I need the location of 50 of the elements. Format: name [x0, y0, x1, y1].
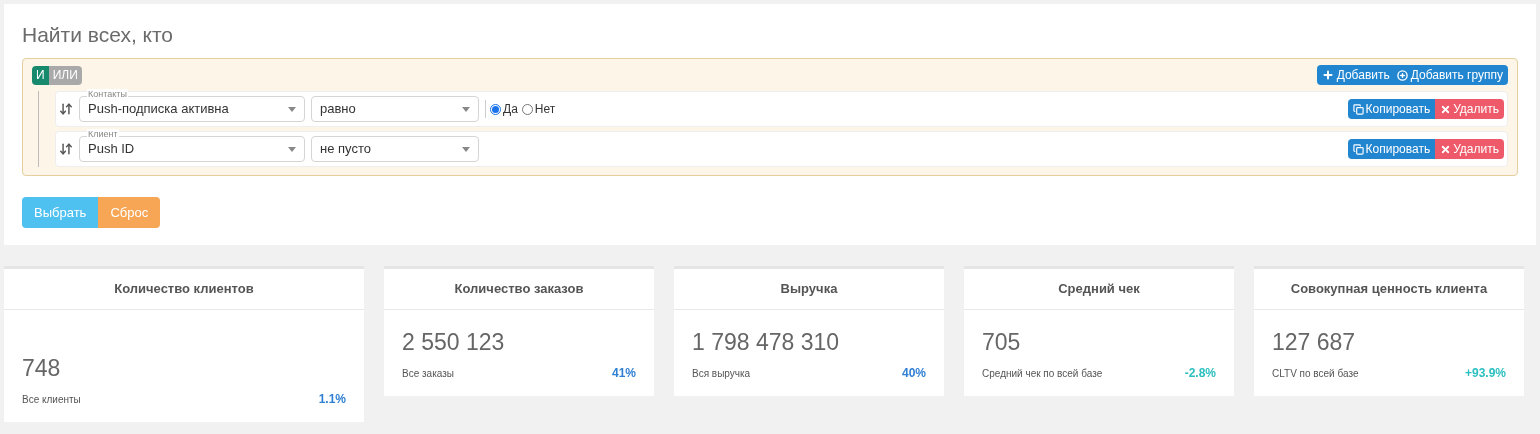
sort-handle-icon[interactable] [59, 102, 73, 116]
delete-button[interactable]: Удалить [1435, 139, 1504, 159]
stat-change: 41% [611, 365, 636, 382]
sort-handle-icon[interactable] [59, 142, 73, 156]
radio-option[interactable]: Да [490, 100, 518, 118]
plus-icon [1321, 69, 1334, 81]
stat-change: -2.8% [1184, 365, 1216, 382]
card-title: Средний чек [964, 269, 1234, 310]
copy-icon [1352, 143, 1364, 155]
operator-select[interactable]: не пусто [311, 136, 479, 162]
stat-value: 127 687 [1272, 328, 1357, 356]
radio-option[interactable]: Нет [521, 100, 556, 118]
select-button[interactable]: Выбрать [22, 197, 99, 228]
stat-caption: Все клиенты [22, 392, 81, 407]
add-button[interactable]: Добавить Добавить группу [1316, 65, 1508, 85]
caret-icon [462, 146, 470, 152]
close-icon [1440, 143, 1452, 155]
reset-button[interactable]: Сброс [98, 197, 161, 228]
caret-icon [462, 106, 470, 112]
copy-button[interactable]: Копировать [1347, 99, 1436, 119]
caret-icon [288, 146, 296, 152]
field-select[interactable]: Push ID [79, 136, 305, 162]
stat-caption: Вся выручка [692, 366, 751, 381]
field-group-label: Контакты [87, 89, 128, 99]
stat-value: 1 798 478 310 [692, 328, 841, 356]
stat-caption: Средний чек по всей базе [982, 366, 1103, 381]
caret-icon [288, 106, 296, 112]
stat-caption: Все заказы [402, 366, 454, 381]
card-title: Выручка [674, 269, 944, 310]
field-group-label: Клиент [87, 129, 119, 139]
close-icon [1440, 103, 1452, 115]
card-title: Совокупная ценность клиента [1254, 269, 1524, 310]
stat-caption: CLTV по всей базе [1272, 366, 1359, 381]
copy-icon [1352, 103, 1364, 115]
plus-circle-icon [1396, 69, 1408, 81]
card-title: Количество заказов [384, 269, 654, 310]
stat-value: 748 [22, 354, 62, 382]
stat-change: 1.1% [318, 391, 346, 408]
delete-button[interactable]: Удалить [1435, 99, 1504, 119]
copy-button[interactable]: Копировать [1347, 139, 1436, 159]
logic-toggle[interactable]: ИЛИ [48, 65, 82, 85]
stat-value: 705 [982, 328, 1022, 356]
card-title: Количество клиентов [4, 269, 364, 310]
panel-title: Найти всех, кто [22, 22, 175, 48]
stat-change: +93.9% [1464, 365, 1506, 382]
field-select[interactable]: Push-подписка активна [79, 96, 305, 122]
stat-change: 40% [901, 365, 926, 382]
stat-value: 2 550 123 [402, 328, 506, 356]
operator-select[interactable]: равно [311, 96, 479, 122]
logic-toggle[interactable]: И [32, 65, 49, 85]
